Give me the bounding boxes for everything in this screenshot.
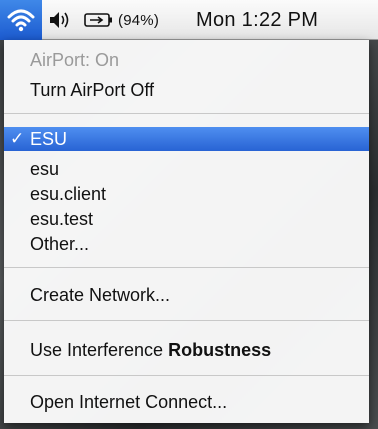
menu-bar: (94%) Mon 1:22 PM [0,0,378,40]
volume-icon [50,12,69,28]
network-item[interactable]: esu [4,157,369,181]
network-item[interactable]: esu.test [4,207,369,231]
other-network-item[interactable]: Other... [4,232,369,256]
airport-dropdown-menu: AirPort: On Turn AirPort Off ✓ ESU esu e… [4,40,369,423]
menu-separator [4,267,369,268]
menu-separator [4,113,369,114]
menu-separator [4,320,369,321]
airport-status: AirPort: On [30,50,120,70]
interference-label-bold: Robustness [168,340,272,360]
menubar-clock[interactable]: Mon 1:22 PM [196,0,372,40]
volume-menu-extra[interactable] [48,0,74,40]
turn-airport-off-item[interactable]: Turn AirPort Off [4,78,369,102]
airport-menu-extra[interactable] [0,0,42,40]
create-network-item[interactable]: Create Network... [4,283,369,307]
battery-percentage: (94%) [118,11,160,29]
interference-label: Use Interference [30,340,169,360]
menu-separator [4,375,369,376]
open-internet-connect-item[interactable]: Open Internet Connect... [4,390,369,414]
battery-menu-extra[interactable] [84,0,114,40]
wifi-icon [7,9,35,32]
checkmark-icon: ✓ [10,129,25,148]
network-label: ESU [30,129,68,149]
interference-robustness-item[interactable]: Use Interference Robustness [4,338,369,362]
network-item-selected[interactable]: ✓ ESU [4,127,369,151]
network-item[interactable]: esu.client [4,182,369,206]
battery-icon [84,13,112,27]
